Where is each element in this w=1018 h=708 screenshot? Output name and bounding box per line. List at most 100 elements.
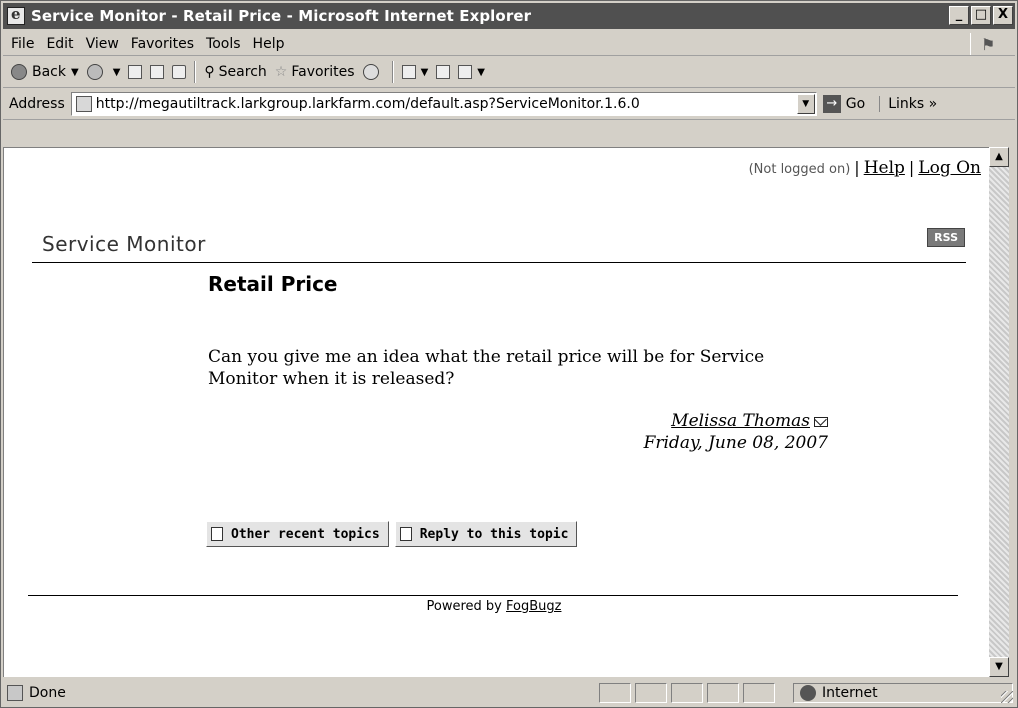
menu-edit[interactable]: Edit xyxy=(46,36,73,52)
fogbugz-link[interactable]: FogBugz xyxy=(506,599,561,614)
toolbar-separator xyxy=(391,61,394,83)
globe-icon xyxy=(800,685,816,701)
print-button[interactable] xyxy=(436,65,451,79)
windows-logo-icon: ⚑ xyxy=(970,33,1011,55)
history-button[interactable] xyxy=(362,64,384,80)
menu-favorites[interactable]: Favorites xyxy=(131,36,194,52)
star-icon: ☆ xyxy=(274,64,288,80)
address-url[interactable]: http://megautiltrack.larkgroup.larkfarm.… xyxy=(96,96,640,112)
search-icon: ⚲ xyxy=(204,64,215,80)
address-input[interactable]: http://megautiltrack.larkgroup.larkfarm.… xyxy=(70,92,817,116)
chevron-down-icon[interactable]: ▼ xyxy=(421,67,429,78)
forward-button[interactable]: ▼ xyxy=(86,64,121,80)
maximize-button[interactable]: □ xyxy=(971,6,991,25)
go-button[interactable]: → Go xyxy=(822,95,866,113)
chevron-down-icon[interactable]: ▼ xyxy=(477,67,485,78)
topic-title: Retail Price xyxy=(208,272,338,296)
reply-icon xyxy=(399,527,412,541)
status-bar: Done Internet xyxy=(3,681,1015,705)
action-buttons: Other recent topics Reply to this topic xyxy=(206,521,578,547)
other-topics-label: Other recent topics xyxy=(231,526,380,542)
edit-icon xyxy=(458,65,473,79)
status-pane xyxy=(599,683,631,703)
divider: | xyxy=(908,158,915,177)
status-pane xyxy=(743,683,775,703)
refresh-button[interactable] xyxy=(150,65,165,79)
search-label: Search xyxy=(218,64,267,80)
topic-body: Can you give me an idea what the retail … xyxy=(208,347,765,389)
list-icon xyxy=(211,527,223,541)
menu-file[interactable]: File xyxy=(11,36,34,52)
minimize-button[interactable]: _ xyxy=(949,6,969,25)
status-pane xyxy=(707,683,739,703)
home-icon xyxy=(172,65,187,79)
help-link[interactable]: Help xyxy=(864,158,905,178)
chevron-down-icon[interactable]: ▼ xyxy=(113,67,121,78)
rss-badge[interactable]: RSS xyxy=(927,228,965,247)
address-dropdown-button[interactable]: ▼ xyxy=(796,94,815,114)
powered-by: Powered by FogBugz xyxy=(4,599,984,614)
scroll-up-button[interactable]: ▲ xyxy=(989,147,1009,167)
ie-app-icon[interactable] xyxy=(7,5,25,25)
chevron-down-icon[interactable]: ▼ xyxy=(71,67,79,78)
status-pane xyxy=(635,683,667,703)
refresh-icon xyxy=(150,65,165,79)
browser-window: Service Monitor - Retail Price - Microso… xyxy=(0,0,1018,708)
footer-divider xyxy=(28,595,958,596)
page-icon xyxy=(7,685,23,701)
menu-bar: File Edit View Favorites Tools Help xyxy=(3,33,1015,56)
window-controls: _ □ X xyxy=(947,6,1013,25)
zone-label: Internet xyxy=(822,685,878,701)
print-icon xyxy=(436,65,451,79)
menu-help[interactable]: Help xyxy=(253,36,285,52)
edit-button[interactable]: ▼ xyxy=(458,65,485,79)
status-panes xyxy=(599,683,779,703)
address-bar: Address http://megautiltrack.larkgroup.l… xyxy=(3,89,1015,120)
stop-button[interactable] xyxy=(128,65,143,79)
favorites-button[interactable]: ☆ Favorites xyxy=(275,64,355,80)
header-divider xyxy=(32,262,966,263)
email-icon[interactable] xyxy=(814,416,828,427)
menu-tools[interactable]: Tools xyxy=(206,36,241,52)
mail-button[interactable]: ▼ xyxy=(401,65,429,79)
author-link[interactable]: Melissa Thomas xyxy=(671,411,810,431)
page-content: (Not logged on) | Help | Log On Service Moni… xyxy=(3,147,989,677)
vertical-scrollbar[interactable]: ▲ ▼ xyxy=(989,147,1009,677)
reply-label: Reply to this topic xyxy=(419,526,569,542)
logon-link[interactable]: Log On xyxy=(918,158,981,178)
go-label: Go xyxy=(845,96,866,112)
window-title: Service Monitor - Retail Price - Microso… xyxy=(31,7,532,25)
login-status: (Not logged on) xyxy=(748,162,851,177)
other-topics-button[interactable]: Other recent topics xyxy=(206,521,389,547)
post-date: Friday, June 08, 2007 xyxy=(643,433,828,453)
status-text: Done xyxy=(29,685,66,701)
links-button[interactable]: Links » xyxy=(879,96,937,112)
back-label: Back xyxy=(32,64,66,80)
resize-grip[interactable] xyxy=(1001,691,1013,703)
favorites-label: Favorites xyxy=(291,64,355,80)
security-zone: Internet xyxy=(793,683,1013,703)
back-button[interactable]: Back ▼ xyxy=(11,64,79,80)
history-icon xyxy=(362,64,379,80)
scroll-down-button[interactable]: ▼ xyxy=(989,657,1009,677)
account-links: (Not logged on) | Help | Log On xyxy=(749,158,981,178)
go-arrow-icon: → xyxy=(822,95,841,113)
home-button[interactable] xyxy=(172,65,187,79)
powered-by-text: Powered by xyxy=(426,599,502,614)
mail-icon xyxy=(401,65,416,79)
page-icon xyxy=(75,96,92,112)
search-button[interactable]: ⚲ Search xyxy=(204,64,266,80)
title-bar: Service Monitor - Retail Price - Microso… xyxy=(3,3,1015,29)
close-button[interactable]: X xyxy=(993,6,1013,25)
menu-view[interactable]: View xyxy=(86,36,119,52)
status-pane xyxy=(671,683,703,703)
standard-toolbar: Back ▼ ▼ ⚲ Search ☆ Favorites ▼ ▼ xyxy=(3,57,1015,88)
author-block: Melissa Thomas Friday, June 08, 2007 xyxy=(608,410,828,454)
back-arrow-icon xyxy=(11,64,27,80)
stop-icon xyxy=(128,65,143,79)
divider: | xyxy=(854,158,860,177)
toolbar-separator xyxy=(194,61,197,83)
reply-button[interactable]: Reply to this topic xyxy=(394,521,578,547)
site-title[interactable]: Service Monitor xyxy=(42,232,206,256)
address-label: Address xyxy=(9,96,65,112)
